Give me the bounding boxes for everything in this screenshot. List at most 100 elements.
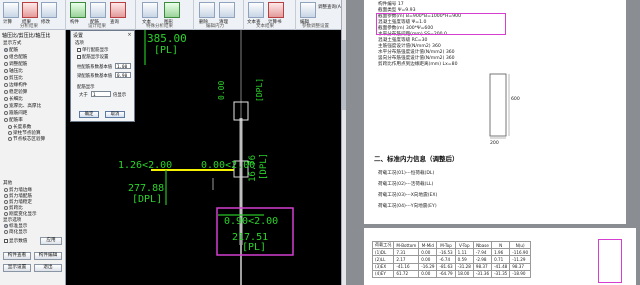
value-label: 0.00 <box>217 81 226 100</box>
section-display-label: 显示方式 <box>3 41 22 46</box>
calc-button[interactable] <box>3 2 19 18</box>
radio-icon <box>4 82 8 87</box>
dim-width: 200 <box>490 141 499 146</box>
table-cell: -41.16 <box>393 262 420 271</box>
table-cell: -16.29 <box>418 262 438 271</box>
ribbon-group-params: 调整查询(A) 编辑 参数调整设置 <box>296 0 345 30</box>
ribbon-btn-label: 查询 <box>110 20 119 25</box>
close-icon[interactable]: × <box>126 32 133 38</box>
radio-icon <box>4 75 8 80</box>
display-option[interactable]: 箍筋间距 <box>4 110 27 116</box>
radio-icon <box>4 68 8 73</box>
table-cell: 0.00 <box>418 248 438 257</box>
sub-option[interactable]: 节点核芯区验算 <box>8 136 45 142</box>
display-option[interactable]: 配筋 <box>4 47 18 53</box>
member-edit-button[interactable]: 构件编辑 <box>34 252 62 260</box>
apply-button[interactable]: 应用 <box>40 237 62 245</box>
report-page: 荷载工况 M-Bottom M-Mid M-Top V-Top Nbase N N(u) (1)… <box>364 228 636 285</box>
display-option[interactable]: 配筋率 <box>4 117 23 123</box>
case-line: 荷载工况(04)---Y向地震(EY) <box>378 204 437 209</box>
table-cell: -64.79 <box>436 269 456 278</box>
check-single-row[interactable]: 单行配筋显示 <box>77 47 108 53</box>
ribbon-group-design: 构件 配筋 查询 设计结果 <box>66 0 136 30</box>
field2-input[interactable]: 0.90 <box>115 72 131 78</box>
ok-button[interactable]: 确定 <box>79 111 99 118</box>
size-input[interactable]: 1 <box>91 91 111 97</box>
table-cell: 2.17 <box>393 255 420 264</box>
table-header-cell: N(u) <box>509 240 532 250</box>
table-header-cell: Nbase <box>472 240 493 250</box>
field1-input[interactable]: 1.00 <box>115 63 131 69</box>
radio-icon <box>4 229 8 234</box>
result-button[interactable] <box>22 2 38 18</box>
param-edit-button[interactable] <box>300 2 316 18</box>
size-label: 大于 <box>79 93 88 98</box>
case-line: 荷载工况(01)---恒荷载(DL) <box>378 171 435 176</box>
check-display-setting[interactable]: 配筋显示设置 <box>77 54 108 60</box>
display-settings-button[interactable]: 显示设置 <box>3 264 31 272</box>
member-button[interactable] <box>70 2 86 18</box>
table-cell: -31.36 <box>472 269 493 278</box>
table-cell: -6.74 <box>436 255 456 264</box>
radio-icon <box>4 193 8 198</box>
ribbon-group-label: 特殊分析结果 <box>146 24 173 29</box>
radio-icon <box>4 187 8 192</box>
display-option[interactable]: 轴压比 <box>4 68 23 74</box>
value-label: [DPL] <box>255 78 264 102</box>
rebar-button[interactable] <box>90 2 106 18</box>
delete-button[interactable] <box>199 2 215 18</box>
radio-icon <box>4 54 8 59</box>
table-header-cell: 荷载工况 <box>371 240 395 250</box>
panel-title: 轴压比/剪压比/轴压比 <box>2 33 51 39</box>
table-header-cell: M-Top <box>436 240 456 250</box>
ribbon-group-label: 文本结果 <box>256 24 274 29</box>
radio-icon <box>4 199 8 204</box>
table-cell: 0.59 <box>454 255 474 264</box>
table-cell: -7.94 <box>472 248 493 257</box>
display-option[interactable]: 组合配筋 <box>4 54 27 60</box>
field2-label: 梁配筋系数基本值 <box>77 74 113 79</box>
display-option[interactable]: 长细比 <box>4 96 23 102</box>
text-query-button[interactable] <box>248 2 264 18</box>
dim-height: 600 <box>511 97 520 102</box>
report-viewer[interactable]: 构件编号 17 截面类型 Ψ=9.93 截面参数(m) B=900*B=1000*H… <box>346 0 640 285</box>
value-label: 277.88 <box>128 183 164 194</box>
radio-icon <box>4 61 8 66</box>
table-cell: -116.90 <box>509 248 532 257</box>
member-view-button[interactable]: 构件查看 <box>3 252 31 260</box>
ribbon-group-label: 分析结果 <box>20 24 38 29</box>
clear-button[interactable] <box>219 2 235 18</box>
report-page: 构件编号 17 截面类型 Ψ=9.93 截面参数(m) B=900*B=1000*H… <box>364 0 626 224</box>
table-cell: -16.53 <box>436 248 456 257</box>
exit-button[interactable]: 退出 <box>34 264 62 272</box>
ribbon-btn-label: 构件 <box>70 20 79 25</box>
cancel-button[interactable]: 取消 <box>105 111 125 118</box>
ribbon-group-label: 编辑内力 <box>206 24 224 29</box>
settings-dialog: 设置 × 选项 单行配筋显示 配筋显示设置 柱配筋系数基本值 1.00 梁配筋系… <box>70 30 135 122</box>
modify-button[interactable] <box>41 2 57 18</box>
table-header-cell: N <box>491 240 511 250</box>
ribbon-toolbar: 计算 结果 修改 分析结果 构件 配筋 查询 设计结果 文本 图形 特殊分析结果… <box>0 0 345 30</box>
mode-option-simple[interactable]: 简化显示 <box>4 229 27 235</box>
text-result-button[interactable] <box>142 2 158 18</box>
ribbon-group-edit: 删除 清理 编辑内力 <box>194 0 244 30</box>
ratio-label: 0.90<2.00 <box>224 216 278 227</box>
show-values-checkbox[interactable]: 显示数值 <box>4 238 27 244</box>
display-option[interactable]: 宽厚比、高厚比 <box>4 103 41 109</box>
adjust-query-label[interactable]: 调整查询(A) <box>318 4 343 10</box>
radio-icon <box>4 47 8 52</box>
table-header-row: 荷载工况 M-Bottom M-Mid M-Top V-Top Nbase N N(u) <box>371 240 532 250</box>
display-option[interactable]: 剪压比 <box>4 75 23 81</box>
report-book-button[interactable] <box>268 2 284 18</box>
table-cell: (1)DL <box>371 248 395 257</box>
table-cell: -31.28 <box>454 262 474 271</box>
display-option[interactable]: 调整配筋 <box>4 61 27 67</box>
table-cell: (4)EY <box>371 269 395 278</box>
table-cell: 98.37 <box>472 262 493 271</box>
display-option[interactable]: 稳定验算 <box>4 89 27 95</box>
query-button[interactable] <box>110 2 126 18</box>
graph-result-button[interactable] <box>164 2 180 18</box>
table-header-cell: M-Bottom <box>393 240 420 250</box>
checkbox-icon <box>4 238 8 243</box>
display-option[interactable]: 边缘构件 <box>4 82 27 88</box>
